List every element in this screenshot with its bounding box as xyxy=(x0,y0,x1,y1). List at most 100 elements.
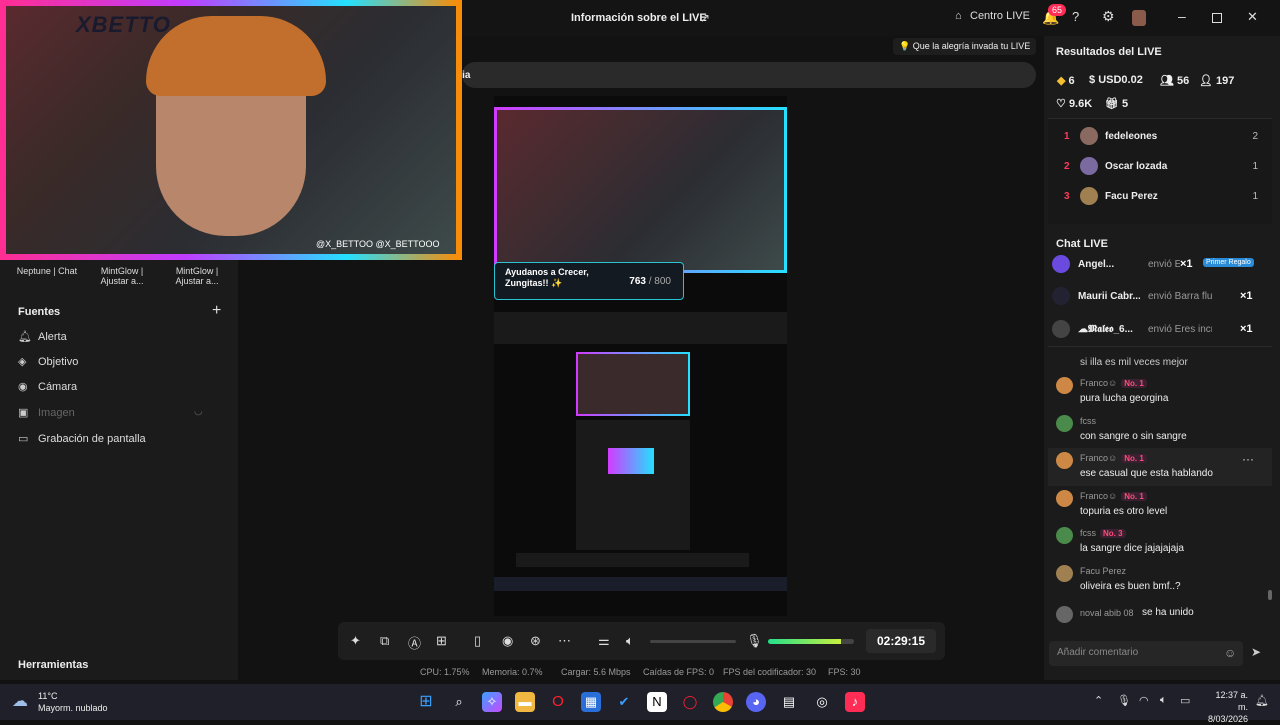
gift-event[interactable]: Angel... envió Er×1 Primer Regalo xyxy=(1052,255,1262,277)
bulb-icon: 💡 xyxy=(899,41,911,51)
chat-user: Franco☺ No. 1 xyxy=(1080,378,1147,388)
social-handles: @X_BETTOO @X_BETTOOO xyxy=(316,239,440,249)
ranking-item[interactable]: 1 fedeleones 2 xyxy=(1056,127,1260,147)
replay-icon[interactable]: ⊛ xyxy=(530,633,541,649)
settings-sliders-icon[interactable]: ⚌ xyxy=(598,633,610,649)
mic-level-slider[interactable] xyxy=(768,639,854,644)
magic-icon[interactable]: ✦ xyxy=(350,633,361,649)
avatar xyxy=(1080,127,1098,145)
screen-icon: ▭ xyxy=(18,433,29,445)
close-icon[interactable]: ✕ xyxy=(1247,9,1258,25)
chrome-icon[interactable] xyxy=(713,692,733,712)
microphone-icon[interactable]: 🎙︎ xyxy=(746,633,763,649)
hidden-eye-icon[interactable]: ◡ xyxy=(194,406,203,417)
avatar xyxy=(1080,187,1098,205)
ai-icon[interactable]: Ⓐ xyxy=(408,633,421,652)
tray-wifi-icon[interactable]: ◠ xyxy=(1139,694,1149,707)
scene-tab-mintglow-2[interactable]: MintGlow | Ajustar a... xyxy=(167,266,227,286)
topic-bar[interactable] xyxy=(462,62,1036,88)
send-icon[interactable]: ➤ xyxy=(1251,645,1261,659)
notification-bell-icon[interactable]: 🔔︎ xyxy=(1255,694,1269,707)
share-icon[interactable]: ↗ xyxy=(700,11,710,25)
gift-event[interactable]: Maurii Cabr... envió Barra flu ×1 xyxy=(1052,287,1262,309)
avatar xyxy=(1056,527,1073,544)
chat-title: Chat LIVE xyxy=(1056,238,1108,250)
sources-title: Fuentes xyxy=(18,306,61,318)
add-source-icon[interactable]: + xyxy=(212,302,221,320)
chat-message[interactable]: Franco☺ No. 1 pura lucha georgina xyxy=(1056,377,1266,411)
tools-label: Herramientas xyxy=(18,659,89,671)
rank-name: fedeleones xyxy=(1105,131,1158,142)
copilot-icon[interactable]: ✧ xyxy=(482,692,502,712)
divider xyxy=(1048,346,1272,347)
store-icon[interactable]: ▦ xyxy=(581,692,601,712)
source-imagen[interactable]: ▣ Imagen xyxy=(18,406,75,419)
tray-volume-icon[interactable]: 🔈︎ xyxy=(1160,694,1167,707)
minimize-icon[interactable]: – xyxy=(1178,8,1186,24)
layout-icon[interactable]: ⧉ xyxy=(380,633,389,649)
home-icon[interactable]: ⌂ xyxy=(955,10,962,22)
chat-message[interactable]: Facu Perez oliveira es buen bmf..? xyxy=(1056,565,1266,599)
image-icon: ▣ xyxy=(18,407,29,419)
centro-live-button[interactable]: Centro LIVE xyxy=(970,10,1030,22)
source-objetivo[interactable]: ◈ Objetivo xyxy=(18,355,78,368)
ranking-item[interactable]: 3 Facu Perez 1 xyxy=(1056,187,1260,207)
rank-number: 1 xyxy=(1064,131,1070,142)
chat-message[interactable]: fcss No. 3 la sangre dice jajajajaja xyxy=(1056,527,1266,561)
live-tip[interactable]: 💡 Que la alegría invada tu LIVE xyxy=(893,38,1037,55)
emoji-icon[interactable]: ☺ xyxy=(1224,646,1236,660)
scene-tab-neptune[interactable]: Neptune | Chat xyxy=(10,266,84,276)
tray-battery-icon[interactable]: ▭ xyxy=(1180,694,1190,707)
source-camara[interactable]: ◉ Cámara xyxy=(18,380,77,393)
tray-mic-icon[interactable]: 🎙︎ xyxy=(1117,694,1131,707)
phone-icon[interactable]: ▯ xyxy=(474,633,481,649)
webcam-overlay[interactable]: XBETTO @X_BETTOO @X_BETTOOO xyxy=(0,0,462,260)
gift-action: envió Er xyxy=(1148,259,1180,270)
search-icon[interactable]: ⌕ xyxy=(449,692,469,712)
scene-tab-mintglow-1[interactable]: MintGlow | Ajustar a... xyxy=(92,266,152,286)
volume-slider[interactable] xyxy=(650,640,736,643)
avatar[interactable] xyxy=(1132,10,1146,26)
calendar-icon[interactable]: ▤ xyxy=(779,692,799,712)
speaker-icon[interactable]: 🔈︎ xyxy=(626,633,634,649)
opera-icon[interactable]: O xyxy=(548,692,568,712)
cpu-stat: CPU: 1.75% xyxy=(420,667,470,677)
ranking-item[interactable]: 2 Oscar lozada 1 xyxy=(1056,157,1260,177)
diamonds-value: 6 xyxy=(1068,75,1075,87)
chat-scrollbar[interactable] xyxy=(1268,590,1272,600)
goal-current: 763 xyxy=(629,276,646,287)
preview-webcam-feed xyxy=(497,110,784,270)
add-scene-icon[interactable]: ⊞ xyxy=(436,633,447,649)
file-explorer-icon[interactable]: ▬ xyxy=(515,692,535,712)
weather-widget[interactable]: 11°C Mayorm. nublado xyxy=(38,690,108,714)
discord-icon[interactable]: ◕ xyxy=(746,692,766,712)
rank-name: Oscar lozada xyxy=(1105,161,1168,172)
source-label: Cámara xyxy=(38,381,78,393)
weather-icon[interactable]: ☁ xyxy=(12,691,28,711)
notion-icon[interactable]: N xyxy=(647,692,667,712)
gifts-value: 5 xyxy=(1122,98,1129,110)
live-tip-text: Que la alegría invada tu LIVE xyxy=(912,41,1031,51)
more-icon[interactable]: ⋯ xyxy=(558,633,571,649)
left-panel xyxy=(0,260,238,650)
chat-message[interactable]: Franco☺ No. 1 topuria es otro level xyxy=(1056,490,1266,524)
obs-icon[interactable]: ◎ xyxy=(812,692,832,712)
goal-widget: Ayudanos a Crecer, Zungitas!! ✨ 763 / 80… xyxy=(494,262,684,300)
comment-input[interactable]: Añadir comentario xyxy=(1049,641,1243,666)
chat-message[interactable]: Franco☺ No. 1 ese casual que esta hablando xyxy=(1056,452,1266,486)
windows-start-icon[interactable]: ⊞ xyxy=(416,692,436,712)
opera-gx-icon[interactable]: ◯ xyxy=(680,692,700,712)
gift-event[interactable]: ☁𝕸𝖆𝖑𝖊𝖔_6... envió Eres incr ×1 xyxy=(1052,320,1262,342)
tray-chevron-icon[interactable]: ⌃ xyxy=(1094,694,1103,707)
help-icon[interactable]: ? xyxy=(1072,9,1079,24)
gear-icon[interactable]: ⚙ xyxy=(1102,8,1115,25)
maximize-icon[interactable] xyxy=(1212,13,1222,23)
record-icon[interactable]: ◉ xyxy=(502,633,513,649)
source-grabacion[interactable]: ▭ Grabación de pantalla xyxy=(18,432,146,445)
todo-icon[interactable]: ✔ xyxy=(614,692,634,712)
more-options-icon[interactable]: ··· xyxy=(1242,452,1254,466)
source-alerta[interactable]: 🔔︎ Alerta xyxy=(18,330,67,343)
gift-multiplier: ×1 xyxy=(1180,258,1193,270)
tiktok-live-icon[interactable]: ♪ xyxy=(845,692,865,712)
chat-message[interactable]: fcss con sangre o sin sangre xyxy=(1056,415,1266,449)
